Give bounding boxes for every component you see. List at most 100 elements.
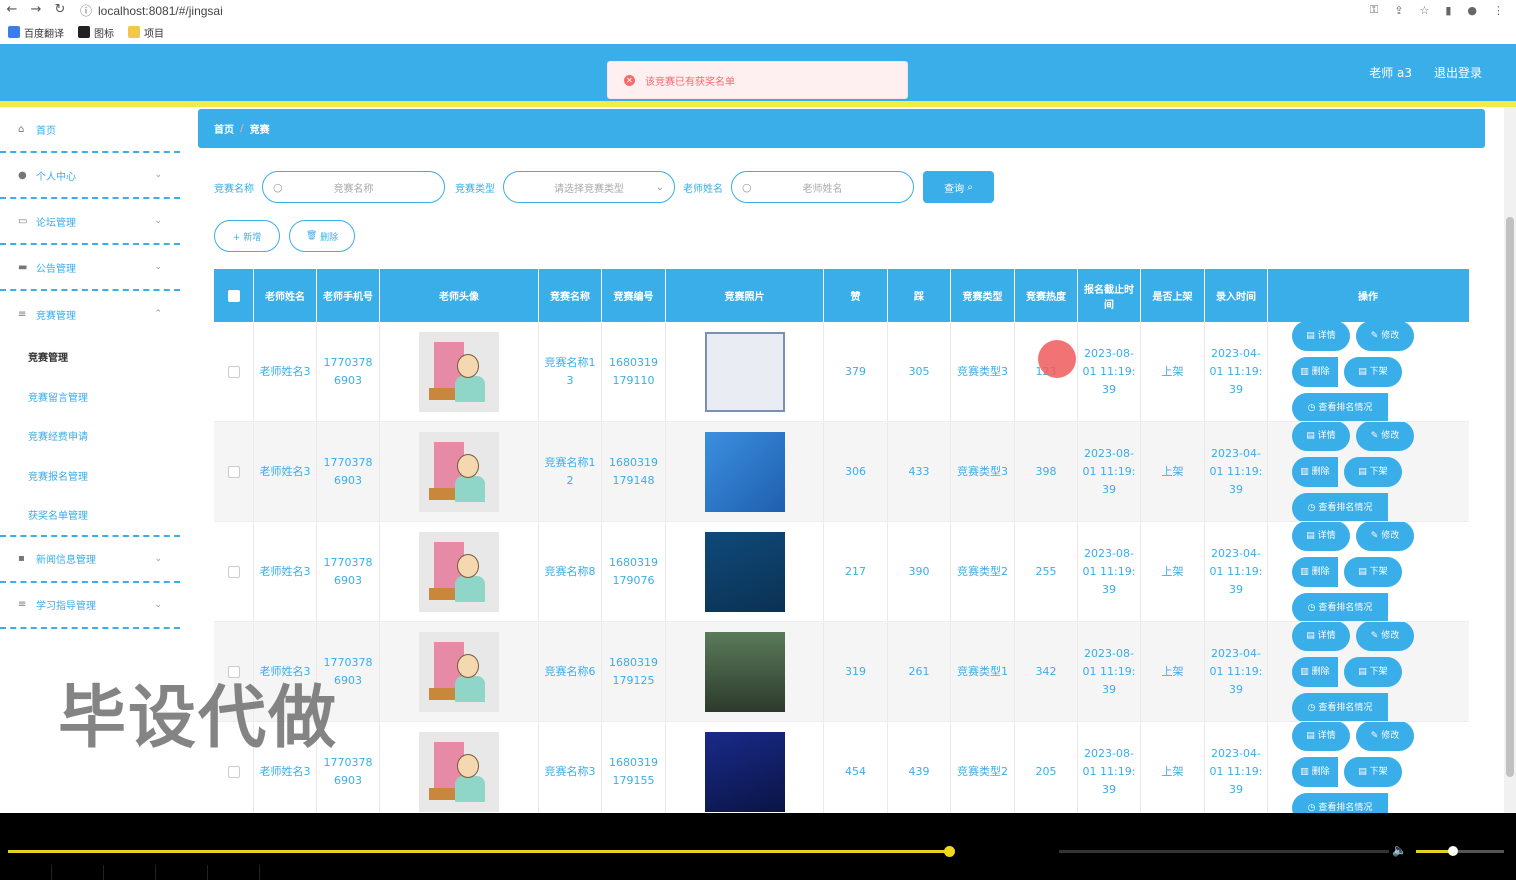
- chevron-up-icon: ⌃: [154, 309, 162, 319]
- volume-fill[interactable]: [1416, 850, 1452, 853]
- detail-button[interactable]: ▤ 详情: [1292, 522, 1350, 551]
- clock-icon: ◷: [1307, 502, 1319, 513]
- sidebar-subitem-contest[interactable]: 竞赛管理: [0, 337, 180, 377]
- notice-icon: ▬: [18, 261, 28, 273]
- sidebar-subitem-funds[interactable]: 竞赛经费申请: [0, 416, 180, 456]
- page-scrollbar[interactable]: [1504, 107, 1516, 813]
- add-button[interactable]: + 新增: [214, 220, 280, 252]
- detail-button[interactable]: ▤ 详情: [1292, 622, 1350, 651]
- offline-label: 下架: [1369, 566, 1388, 577]
- offline-button[interactable]: ▤ 下架: [1344, 656, 1402, 687]
- view-ranking-button[interactable]: ◷ 查看排名情况: [1292, 592, 1388, 621]
- progress-track[interactable]: [1059, 850, 1389, 853]
- edit-button[interactable]: ✎ 修改: [1356, 522, 1414, 551]
- bookmark-translate[interactable]: 百度翻译: [8, 25, 64, 40]
- breadcrumb-home[interactable]: 首页: [214, 121, 234, 136]
- delete-row-button[interactable]: ▥ 删除: [1292, 356, 1338, 387]
- offline-button[interactable]: ▤ 下架: [1344, 556, 1402, 587]
- delete-row-button[interactable]: ▥ 删除: [1292, 656, 1338, 687]
- dislike-count: 433: [908, 464, 930, 478]
- sidebar-subitem-comments[interactable]: 竞赛留言管理: [0, 377, 180, 417]
- contest-name-input[interactable]: ○ 竞赛名称: [262, 171, 445, 203]
- view-ranking-button[interactable]: ◷ 查看排名情况: [1292, 392, 1388, 421]
- edit-button[interactable]: ✎ 修改: [1356, 422, 1414, 451]
- sidebar-item-home[interactable]: ⌂ 首页: [0, 107, 180, 153]
- delete-row-button[interactable]: ▥ 删除: [1292, 556, 1338, 587]
- share-icon[interactable]: ⇪: [1394, 4, 1403, 17]
- row-checkbox[interactable]: [227, 365, 240, 378]
- progress-knob[interactable]: [944, 846, 955, 857]
- row-actions: ▤ 详情 ✎ 修改 ▥ 删除 ▤ 下架 ◷ 查看排名情况: [1268, 422, 1458, 521]
- profile-icon[interactable]: ●: [1467, 4, 1477, 17]
- control-slot[interactable]: [52, 865, 104, 880]
- sidebar-item-personal[interactable]: ● 个人中心 ⌄: [0, 153, 180, 199]
- rank-label: 查看排名情况: [1318, 402, 1373, 413]
- query-button[interactable]: 查询 ⌕: [923, 171, 994, 203]
- table-cell: 2023-08-01 11:19:39: [1078, 722, 1141, 821]
- contest-code: 1680319179076: [609, 555, 658, 587]
- sidebar-item-label: 新闻信息管理: [36, 555, 96, 566]
- offline-button[interactable]: ▤ 下架: [1344, 356, 1402, 387]
- row-checkbox[interactable]: [227, 765, 240, 778]
- row-checkbox[interactable]: [227, 465, 240, 478]
- table-cell: [380, 622, 539, 721]
- sidebar-item-news[interactable]: ▪ 新闻信息管理 ⌄: [0, 537, 180, 583]
- row-checkbox[interactable]: [227, 565, 240, 578]
- edit-button[interactable]: ✎ 修改: [1356, 322, 1414, 351]
- control-slot[interactable]: [104, 865, 156, 880]
- forward-icon[interactable]: →: [24, 0, 48, 20]
- deadline: 2023-08-01 11:19:39: [1082, 546, 1136, 596]
- sidebar-item-notice[interactable]: ▬ 公告管理 ⌄: [0, 245, 180, 291]
- star-icon[interactable]: ☆: [1419, 4, 1429, 17]
- image-icon: [78, 26, 90, 38]
- menu-icon[interactable]: ⋮: [1493, 4, 1504, 17]
- volume-knob[interactable]: [1448, 846, 1458, 856]
- detail-button[interactable]: ▤ 详情: [1292, 322, 1350, 351]
- table-cell: 竞赛名称8: [539, 522, 602, 621]
- bookmark-icons[interactable]: 图标: [78, 25, 114, 40]
- select-all-checkbox[interactable]: [227, 289, 240, 302]
- table-cell: 17703786903: [317, 322, 380, 421]
- chevron-down-icon: ⌄: [154, 599, 162, 610]
- control-slot[interactable]: [208, 865, 260, 880]
- contest-name: 竞赛名称13: [544, 355, 596, 387]
- sidebar-item-contest[interactable]: ≡ 竞赛管理 ⌃: [0, 291, 180, 337]
- volume-icon[interactable]: 🔈: [1392, 843, 1407, 857]
- back-icon[interactable]: ←: [0, 0, 24, 20]
- teacher-name-input[interactable]: ○ 老师姓名: [731, 171, 914, 203]
- control-slot[interactable]: [156, 865, 208, 880]
- edit-icon: ✎: [1370, 630, 1382, 641]
- scrollbar-thumb[interactable]: [1506, 217, 1514, 777]
- sidebar-item-forum[interactable]: ▭ 论坛管理 ⌄: [0, 199, 180, 245]
- table-cell: 2023-04-01 11:19:39: [1205, 322, 1268, 421]
- address-bar[interactable]: ⓘ localhost:8081/#/jingsai: [80, 2, 223, 19]
- progress-fill[interactable]: [8, 850, 949, 853]
- offline-button[interactable]: ▤ 下架: [1344, 456, 1402, 487]
- control-slot[interactable]: [0, 865, 52, 880]
- bookmark-project[interactable]: 项目: [128, 25, 164, 40]
- sidebar-subitem-signup[interactable]: 竞赛报名管理: [0, 456, 180, 496]
- delete-row-button[interactable]: ▥ 删除: [1292, 756, 1338, 787]
- deadline: 2023-08-01 11:19:39: [1082, 446, 1136, 496]
- reload-icon[interactable]: ↻: [48, 0, 72, 20]
- sidebar-item-study[interactable]: ≡ 学习指导管理 ⌄: [0, 583, 180, 629]
- detail-label: 详情: [1317, 530, 1336, 541]
- view-ranking-button[interactable]: ◷ 查看排名情况: [1292, 692, 1388, 721]
- offline-button[interactable]: ▤ 下架: [1344, 756, 1402, 787]
- delete-button[interactable]: 🗑 删除: [289, 220, 355, 252]
- edit-button[interactable]: ✎ 修改: [1356, 722, 1414, 751]
- volume-track[interactable]: [1456, 850, 1504, 853]
- contest-type-select[interactable]: 请选择竞赛类型 ⌄: [503, 171, 675, 203]
- view-ranking-button[interactable]: ◷ 查看排名情况: [1292, 492, 1388, 521]
- rank-label: 查看排名情况: [1318, 602, 1373, 613]
- edit-button[interactable]: ✎ 修改: [1356, 622, 1414, 651]
- translate-icon: [8, 26, 20, 38]
- key-icon[interactable]: ⚿: [1370, 3, 1378, 17]
- detail-button[interactable]: ▤ 详情: [1292, 722, 1350, 751]
- logout-link[interactable]: 退出登录: [1434, 64, 1482, 81]
- sidebar-subitem-awards[interactable]: 获奖名单管理: [0, 495, 180, 535]
- delete-row-button[interactable]: ▥ 删除: [1292, 456, 1338, 487]
- sidebar-toggle-icon[interactable]: ▮: [1445, 4, 1451, 17]
- detail-button[interactable]: ▤ 详情: [1292, 422, 1350, 451]
- edit-icon: ✎: [1370, 730, 1382, 741]
